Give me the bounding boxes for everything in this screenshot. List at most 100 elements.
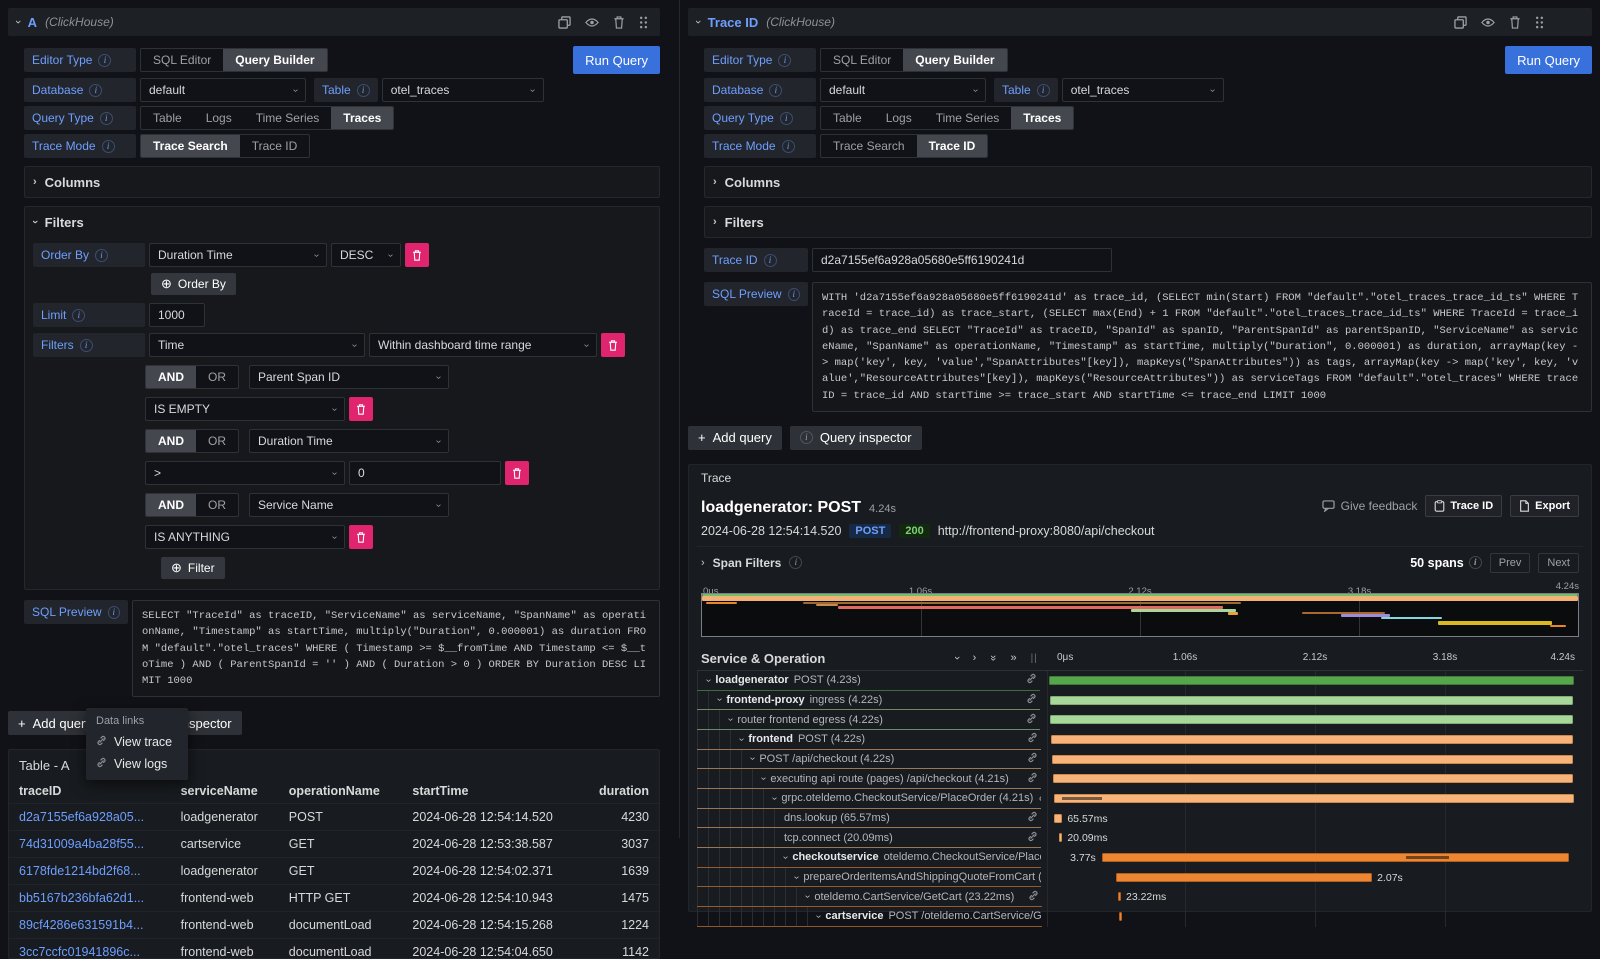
trace-id-link[interactable]: d2a7155ef6a928a05... [9, 804, 171, 831]
remove-filter1-button[interactable] [349, 397, 373, 421]
collapse-all-icon[interactable]: » [987, 655, 999, 661]
trace-id-link[interactable]: 6178fde1214bd2f68... [9, 858, 171, 885]
remove-filter-button[interactable] [601, 333, 625, 357]
span-link-icon[interactable] [1026, 673, 1040, 687]
column-header-serviceName[interactable]: serviceName [171, 779, 279, 804]
next-button[interactable]: Next [1538, 553, 1579, 573]
trace-search-option[interactable]: Trace Search [141, 135, 240, 157]
expand-span-icon[interactable]: › [791, 875, 802, 878]
info-icon[interactable]: i [769, 84, 782, 97]
span-link-icon[interactable] [1026, 693, 1040, 707]
span-row[interactable]: ›oteldemo.CartService/GetCart (23.22ms)2… [697, 887, 1583, 907]
order-by-field-select[interactable]: Duration Time› [149, 243, 327, 267]
expand-span-icon[interactable]: › [769, 797, 780, 800]
filters-section[interactable]: ›Filters [704, 206, 1592, 238]
query-row-header-trace-id[interactable]: › Trace ID (ClickHouse) [688, 8, 1592, 36]
query-type-logs[interactable]: Logs [194, 107, 244, 129]
columns-section[interactable]: ›Columns [24, 166, 660, 198]
info-icon[interactable]: i [1037, 84, 1050, 97]
trace-id-link[interactable]: 3cc7ccfc01941896c... [9, 939, 171, 959]
filter-time-value-select[interactable]: Within dashboard time range› [369, 333, 597, 357]
or-option[interactable]: OR [196, 494, 238, 516]
span-row[interactable]: ›frontendPOST (4.22s) [697, 730, 1583, 750]
expand-span-icon[interactable]: › [736, 738, 747, 741]
or-option[interactable]: OR [196, 430, 238, 452]
view-logs-link[interactable]: View logs [96, 757, 178, 771]
column-header-traceID[interactable]: traceID [9, 779, 171, 804]
query-type-traces[interactable]: Traces [1011, 107, 1073, 129]
drag-handle-icon[interactable] [1535, 16, 1544, 29]
hide-query-eye-icon[interactable] [1481, 16, 1495, 29]
query-row-header-a[interactable]: › A (ClickHouse) [8, 8, 660, 36]
info-icon[interactable]: i [1469, 556, 1482, 569]
info-icon[interactable]: i [98, 54, 111, 67]
span-row[interactable]: ›cartservicePOST /oteldemo.CartService/G… [697, 907, 1583, 927]
expand-span-icon[interactable]: › [780, 856, 791, 859]
span-link-icon[interactable] [1027, 732, 1041, 746]
span-bar[interactable] [1116, 873, 1373, 882]
filter3-field-select[interactable]: Service Name› [249, 493, 449, 517]
info-icon[interactable]: i [95, 249, 108, 262]
remove-order-by-button[interactable] [405, 243, 429, 267]
info-icon[interactable]: i [102, 140, 115, 153]
info-icon[interactable]: i [778, 54, 791, 67]
panel-title[interactable]: Trace [697, 471, 1583, 485]
span-row[interactable]: tcp.connect (20.09ms)20.09ms [697, 828, 1583, 848]
collapse-icon[interactable]: › [12, 20, 24, 24]
trace-id-link[interactable]: bb5167b236bfa62d1... [9, 885, 171, 912]
query-type-table[interactable]: Table [141, 107, 194, 129]
run-query-button[interactable]: Run Query [1505, 46, 1592, 74]
column-header-duration[interactable]: duration [581, 779, 659, 804]
trace-id-button[interactable]: Trace ID [1425, 495, 1502, 517]
info-icon[interactable]: i [782, 140, 795, 153]
column-header-startTime[interactable]: startTime [402, 779, 581, 804]
column-header-operationName[interactable]: operationName [279, 779, 403, 804]
info-icon[interactable]: i [789, 556, 802, 569]
delete-query-icon[interactable] [613, 16, 625, 29]
span-link-icon[interactable] [1028, 890, 1042, 904]
query-type-traces[interactable]: Traces [331, 107, 393, 129]
filter1-field-select[interactable]: Parent Span ID› [249, 365, 449, 389]
query-type-timeseries[interactable]: Time Series [244, 107, 332, 129]
sql-editor-option[interactable]: SQL Editor [821, 49, 903, 71]
filter-time-field-select[interactable]: Time› [149, 333, 365, 357]
info-icon[interactable]: i [357, 84, 370, 97]
table-select[interactable]: otel_traces› [1062, 78, 1224, 102]
span-row[interactable]: ›frontend-proxyingress (4.22s) [697, 691, 1583, 711]
or-option[interactable]: OR [196, 366, 238, 388]
filter2-value-input[interactable]: 0 [349, 461, 501, 485]
trace-search-option[interactable]: Trace Search [821, 135, 917, 157]
span-row[interactable]: ›router frontend egress (4.22s) [697, 710, 1583, 730]
expand-span-icon[interactable]: › [747, 757, 758, 760]
span-link-icon[interactable] [1027, 772, 1041, 786]
span-row[interactable]: ›prepareOrderItemsAndShippingQuoteFromCa… [697, 868, 1583, 888]
span-row[interactable]: ›executing api route (pages) /api/checko… [697, 769, 1583, 789]
span-bar[interactable] [1119, 912, 1122, 921]
expand-span-icon[interactable]: › [758, 777, 769, 780]
and-option[interactable]: AND [146, 366, 196, 388]
info-icon[interactable]: i [80, 339, 93, 352]
query-builder-option[interactable]: Query Builder [903, 49, 1006, 71]
remove-filter3-button[interactable] [349, 525, 373, 549]
prev-button[interactable]: Prev [1490, 553, 1531, 573]
span-filters-title[interactable]: Span Filters [713, 556, 782, 570]
collapse-icon[interactable]: › [692, 20, 704, 24]
filter2-field-select[interactable]: Duration Time› [249, 429, 449, 453]
filter2-op-select[interactable]: >› [145, 461, 345, 485]
info-icon[interactable]: i [108, 606, 120, 619]
view-trace-link[interactable]: View trace [96, 735, 178, 749]
span-link-icon[interactable] [1027, 752, 1041, 766]
collapse-one-icon[interactable]: › [951, 657, 963, 661]
span-row[interactable]: ›checkoutserviceoteldemo.CheckoutService… [697, 848, 1583, 868]
span-bar[interactable] [1051, 735, 1573, 744]
database-select[interactable]: default› [140, 78, 306, 102]
span-bar[interactable] [1053, 774, 1573, 783]
query-inspector-button[interactable]: iQuery inspector [790, 426, 922, 450]
run-query-button[interactable]: Run Query [573, 46, 660, 74]
info-icon[interactable]: i [764, 254, 777, 267]
trace-id-link[interactable]: 74d31009a4ba28f55... [9, 831, 171, 858]
give-feedback-link[interactable]: Give feedback [1322, 499, 1418, 513]
filter1-op-select[interactable]: IS EMPTY› [145, 397, 345, 421]
span-link-icon[interactable] [1027, 811, 1041, 825]
table-select[interactable]: otel_traces› [382, 78, 544, 102]
